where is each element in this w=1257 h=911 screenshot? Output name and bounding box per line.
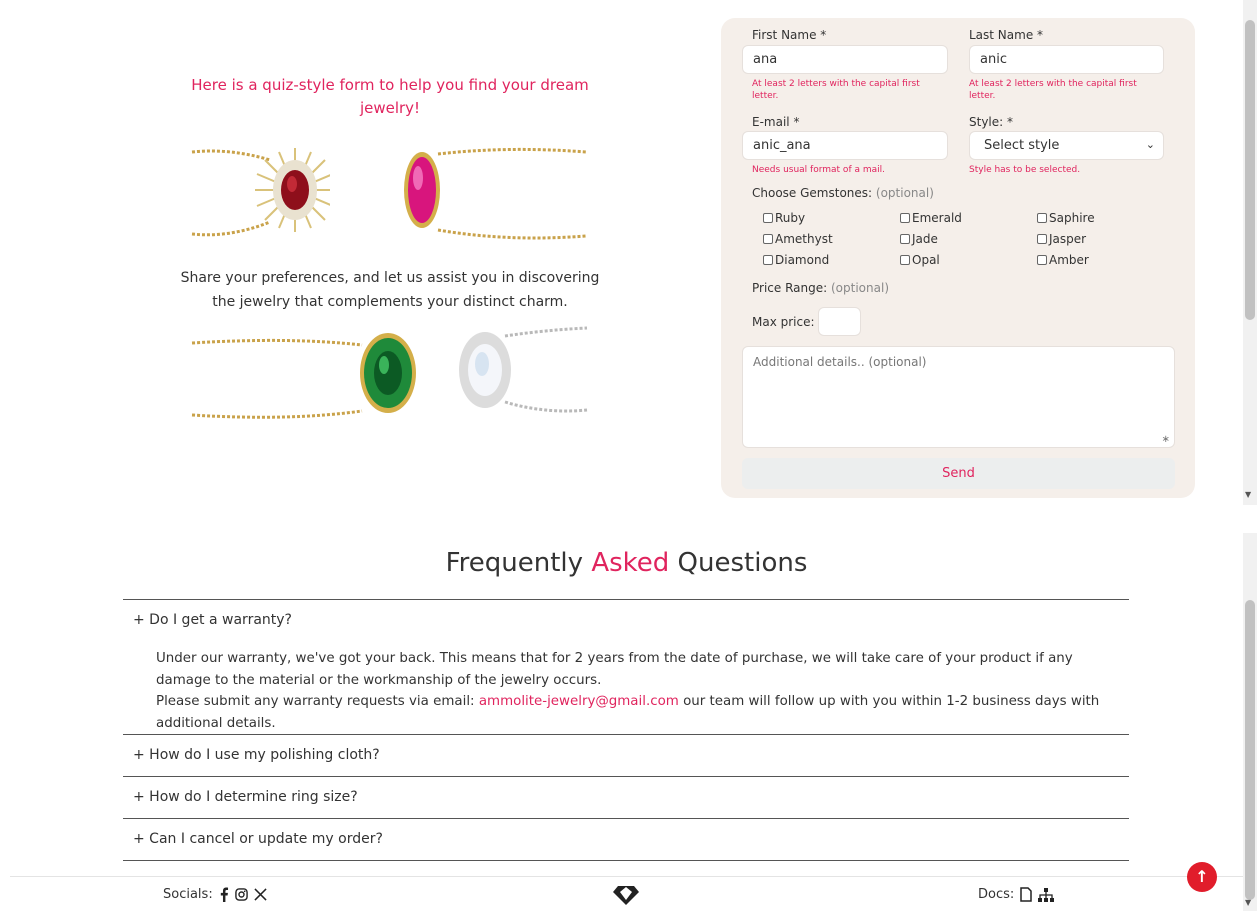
checkbox-icon[interactable] [900,234,910,244]
diamond-logo-icon[interactable] [611,884,641,906]
first-name-input[interactable]: ana [742,45,948,74]
faq-answer-warranty: Under our warranty, we've got your back.… [156,651,1100,731]
last-name-input[interactable]: anic [969,45,1164,74]
email-error: Needs usual format of a mail. [752,165,885,175]
checkbox-icon[interactable] [1037,213,1047,223]
footer-divider [10,876,1243,877]
faq-divider [123,734,1129,735]
back-to-top-button[interactable]: ↑ [1187,862,1217,892]
faq-divider [123,818,1129,819]
docs-label: Docs: [978,887,1015,902]
faq-question-ring-size[interactable]: + How do I determine ring size? [133,789,358,805]
gemstone-amethyst[interactable]: Amethyst [763,232,833,246]
last-name-error: At least 2 letters with the capital firs… [969,79,1137,101]
checkbox-icon[interactable] [900,255,910,265]
page-scroll-down-arrow-icon[interactable]: ▼ [1245,898,1251,907]
faq-question-warranty[interactable]: + Do I get a warranty? [133,612,292,628]
warranty-email-link[interactable]: ammolite-jewelry@gmail.com [479,694,679,709]
checkbox-icon[interactable] [900,213,910,223]
intro-text: Share your preferences, and let us assis… [180,270,600,310]
faq-divider [123,776,1129,777]
chevron-down-icon: ⌄ [1145,138,1155,151]
faq-divider [123,599,1129,600]
scroll-down-arrow-icon[interactable]: ▼ [1245,490,1251,499]
send-button[interactable]: Send [742,458,1175,489]
checkbox-icon[interactable] [763,255,773,265]
checkbox-icon[interactable] [1037,234,1047,244]
checkbox-icon[interactable] [763,213,773,223]
email-input[interactable]: anic_ana [742,131,948,160]
arrow-up-icon: ↑ [1195,867,1209,886]
gemstone-diamond[interactable]: Diamond [763,253,829,267]
footer-docs: Docs: [978,887,1055,902]
details-placeholder: Additional details.. (optional) [753,355,927,369]
price-range-label: Price Range: (optional) [752,281,889,295]
email-label: E-mail * [752,115,800,129]
page-scrollbar-thumb[interactable] [1245,600,1255,900]
faq-divider [123,860,1129,861]
gemstone-opal[interactable]: Opal [900,253,940,267]
gemstones-label: Choose Gemstones: (optional) [752,186,934,200]
gemstone-ruby[interactable]: Ruby [763,211,805,225]
faq-question-cancel-order[interactable]: + Can I cancel or update my order? [133,831,383,847]
style-select-value: Select style [984,138,1060,153]
gemstone-jasper[interactable]: Jasper [1037,232,1086,246]
first-name-error: At least 2 letters with the capital firs… [752,79,920,101]
intro-title: Here is a quiz-style form to help you fi… [191,76,589,117]
ruby-necklace-image [191,148,330,237]
checkbox-icon[interactable] [1037,255,1047,265]
sitemap-icon[interactable] [1038,887,1055,902]
socials-label: Socials: [163,887,213,902]
gemstone-jade[interactable]: Jade [900,232,938,246]
gemstone-amber[interactable]: Amber [1037,253,1089,267]
checkbox-icon[interactable] [763,234,773,244]
style-select[interactable]: Select style ⌄ [969,131,1164,160]
gemstone-emerald[interactable]: Emerald [900,211,962,225]
style-error: Style has to be selected. [969,165,1081,175]
facebook-icon[interactable] [219,887,229,902]
quiz-section: Here is a quiz-style form to help you fi… [0,0,1257,505]
resize-grip-icon[interactable]: ∗ [1162,434,1170,445]
max-price-label: Max price: [752,315,815,329]
pink-necklace-image [404,147,587,240]
gemstone-saphire[interactable]: Saphire [1037,211,1095,225]
last-name-label: Last Name * [969,28,1044,42]
instagram-icon[interactable] [234,888,248,901]
x-icon[interactable] [254,888,267,901]
first-name-label: First Name * [752,28,827,42]
faq-question-polishing-cloth[interactable]: + How do I use my polishing cloth? [133,747,380,763]
jewelry-quiz-form: First Name * ana At least 2 letters with… [721,18,1195,498]
footer-socials: Socials: [163,887,267,902]
opal-necklace-image [459,326,588,413]
faq-title: Frequently Asked Questions [445,548,808,578]
emerald-necklace-image [191,333,416,419]
style-label: Style: * [969,115,1013,129]
additional-details-textarea[interactable]: Additional details.. (optional) ∗ [742,346,1175,448]
document-icon[interactable] [1020,887,1033,902]
max-price-input[interactable] [818,307,861,336]
scrollbar-thumb[interactable] [1245,20,1255,320]
